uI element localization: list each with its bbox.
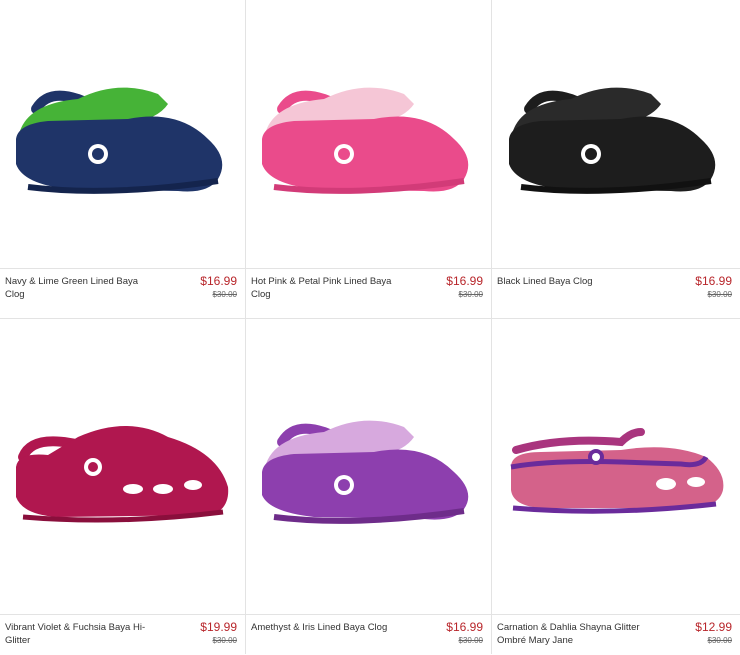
original-price: $30.00 [707,636,732,645]
product-image[interactable] [0,0,245,268]
original-price: $30.00 [212,636,237,645]
product-name[interactable]: Black Lined Baya Clog [497,275,647,288]
product-card[interactable]: Black Lined Baya Clog $16.99 $30.00 [492,0,740,318]
product-image[interactable] [246,319,491,614]
product-info: Vibrant Violet & Fuchsia Baya Hi-Glitter… [0,614,245,655]
product-name[interactable]: Hot Pink & Petal Pink Lined Baya Clog [251,275,401,301]
product-info: Carnation & Dahlia Shayna Glitter Ombré … [492,614,740,655]
product-grid: Navy & Lime Green Lined Baya Clog $16.99… [0,0,740,654]
product-card[interactable]: Navy & Lime Green Lined Baya Clog $16.99… [0,0,246,318]
product-info: Hot Pink & Petal Pink Lined Baya Clog $1… [246,268,491,319]
product-info: Navy & Lime Green Lined Baya Clog $16.99… [0,268,245,319]
sale-price: $16.99 [695,274,732,288]
product-card[interactable]: Vibrant Violet & Fuchsia Baya Hi-Glitter… [0,319,246,654]
sale-price: $16.99 [446,620,483,634]
original-price: $30.00 [707,290,732,299]
product-card[interactable]: Hot Pink & Petal Pink Lined Baya Clog $1… [246,0,492,318]
sale-price: $16.99 [446,274,483,288]
sale-price: $19.99 [200,620,237,634]
clog-image [509,87,716,194]
product-image[interactable] [0,319,245,614]
product-card[interactable]: Carnation & Dahlia Shayna Glitter Ombré … [492,319,740,654]
product-info: Black Lined Baya Clog $16.99 $30.00 [492,268,740,319]
clog-image [261,420,468,524]
mary-jane-image [510,427,724,514]
sale-price: $16.99 [200,274,237,288]
product-card[interactable]: Amethyst & Iris Lined Baya Clog $16.99 $… [246,319,492,654]
product-name[interactable]: Amethyst & Iris Lined Baya Clog [251,621,401,634]
product-image[interactable] [492,319,740,614]
product-image[interactable] [246,0,491,268]
original-price: $30.00 [458,636,483,645]
original-price: $30.00 [458,290,483,299]
original-price: $30.00 [212,290,237,299]
product-name[interactable]: Carnation & Dahlia Shayna Glitter Ombré … [497,621,647,647]
product-name[interactable]: Vibrant Violet & Fuchsia Baya Hi-Glitter [5,621,155,647]
clog-image [15,87,222,194]
clog-image [261,87,468,194]
product-name[interactable]: Navy & Lime Green Lined Baya Clog [5,275,155,301]
clog-image [15,425,228,523]
product-info: Amethyst & Iris Lined Baya Clog $16.99 $… [246,614,491,655]
sale-price: $12.99 [695,620,732,634]
product-image[interactable] [492,0,740,268]
